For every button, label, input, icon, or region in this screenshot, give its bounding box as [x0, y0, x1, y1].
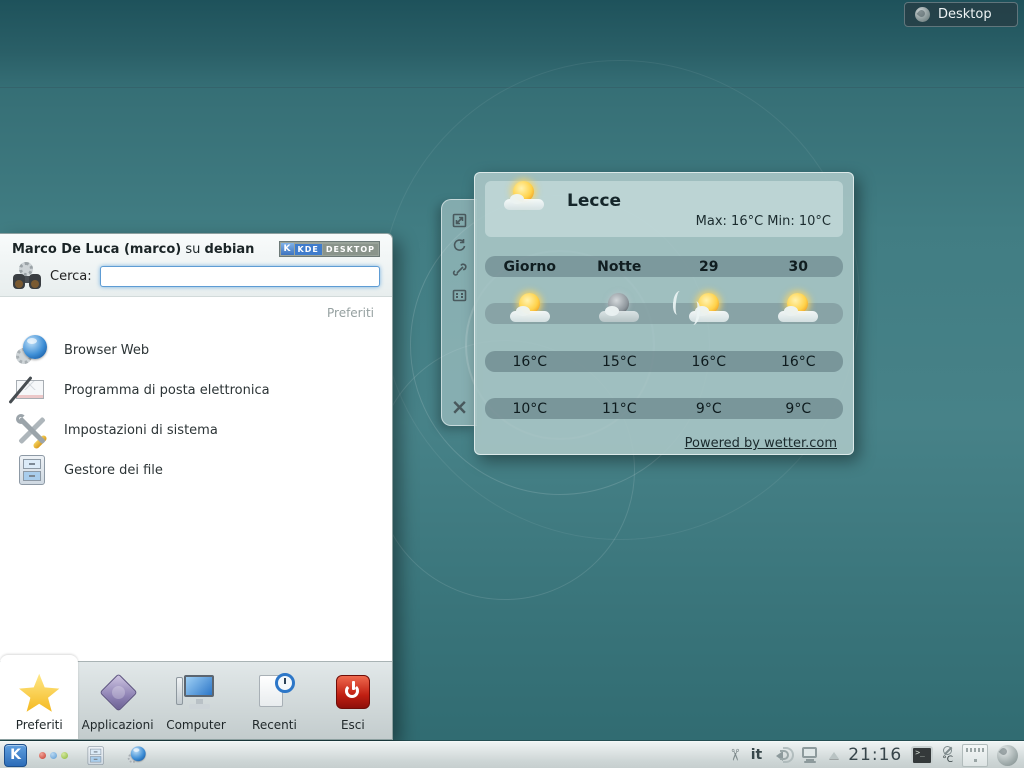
kickoff-menu: Marco De Luca (marco) su debian K KDE DE…: [0, 233, 393, 740]
favorite-label: Gestore dei file: [64, 463, 163, 478]
weather-widget: Lecce Max: 16°C Min: 10°C Giorno Notte 2…: [474, 172, 854, 455]
kde-desktop-badge: K KDE DESKTOP: [279, 241, 381, 257]
dot-red: [39, 752, 46, 759]
kickoff-tab-bar: Preferiti Applicazioni Computer Recenti …: [0, 661, 392, 739]
search-binoculars-icon: [12, 261, 42, 291]
user-name: Marco De Luca (marco): [12, 242, 181, 257]
day-temp: 16°C: [754, 354, 844, 370]
wetter-com-link[interactable]: Powered by wetter.com: [685, 436, 837, 451]
kickoff-content: Preferiti Browser Web Programma di posta…: [0, 297, 392, 661]
desktop-toolbox-label: Desktop: [938, 7, 992, 22]
tab-esci[interactable]: Esci: [314, 662, 392, 739]
moon-cloud-icon: [598, 293, 640, 323]
weather-header: Lecce Max: 16°C Min: 10°C: [485, 181, 843, 237]
cashew-icon: [915, 7, 930, 22]
day-temp: 16°C: [664, 354, 754, 370]
tray-expander-arrow[interactable]: [829, 752, 839, 759]
kde-logo-icon: K: [281, 243, 294, 255]
user-connector: su: [185, 242, 200, 257]
weather-day-temps: 16°C 15°C 16°C 16°C: [485, 351, 843, 372]
user-identity: Marco De Luca (marco) su debian: [12, 242, 254, 257]
close-icon[interactable]: ×: [451, 399, 469, 415]
file-manager-icon: [16, 454, 48, 486]
rotate-icon[interactable]: [452, 237, 468, 253]
section-label: Preferiti: [327, 306, 374, 320]
sun-cloud-icon: [503, 181, 545, 211]
web-browser-launcher-icon[interactable]: [128, 746, 147, 765]
col-header: Giorno: [485, 259, 575, 275]
weather-unit-label: °C: [942, 756, 953, 765]
maximize-icon[interactable]: [452, 287, 468, 303]
favorite-item-system-settings[interactable]: Impostazioni di sistema: [0, 410, 392, 450]
dot-green: [61, 752, 68, 759]
klipper-scissors-icon[interactable]: ✂: [727, 748, 743, 761]
file-manager-launcher-icon[interactable]: [86, 746, 105, 765]
pager-dots[interactable]: [39, 752, 68, 759]
weather-widget-handle[interactable]: ×: [441, 199, 477, 426]
col-header: Notte: [575, 259, 665, 275]
tab-label: Recenti: [252, 718, 297, 732]
tab-applicazioni[interactable]: Applicazioni: [78, 662, 156, 739]
favorite-label: Browser Web: [64, 343, 149, 358]
night-temp: 9°C: [754, 401, 844, 417]
panel-toolbox-cashew-icon[interactable]: [997, 745, 1018, 766]
host-name: debian: [205, 242, 255, 257]
star-icon: [18, 673, 60, 713]
computer-icon: [175, 673, 217, 713]
search-label: Cerca:: [50, 269, 92, 284]
favorite-label: Programma di posta elettronica: [64, 383, 270, 398]
sun-cloud-icon: [777, 293, 819, 323]
tab-label: Computer: [166, 718, 226, 732]
weather-tray-icon[interactable]: °C: [942, 746, 953, 765]
badge-desktop-label: DESKTOP: [323, 244, 378, 255]
web-browser-icon: [16, 334, 48, 366]
favorite-item-file-manager[interactable]: Gestore dei file: [0, 450, 392, 490]
weather-night-temps: 10°C 11°C 9°C 9°C: [485, 398, 843, 419]
day-temp: 16°C: [485, 354, 575, 370]
desktop-toolbox[interactable]: Desktop: [904, 2, 1018, 27]
col-header: 29: [664, 259, 754, 275]
taskbar-panel: K ✂ it 21:16 >_ °C: [0, 741, 1024, 768]
power-off-icon: [332, 673, 374, 713]
digital-clock[interactable]: 21:16: [848, 745, 902, 765]
volume-icon[interactable]: [771, 747, 791, 763]
tab-computer[interactable]: Computer: [157, 662, 235, 739]
night-temp: 10°C: [485, 401, 575, 417]
tab-preferiti[interactable]: Preferiti: [0, 655, 78, 739]
recent-documents-icon: [253, 673, 295, 713]
tab-label: Preferiti: [16, 718, 63, 732]
kmenu-launcher-button[interactable]: K: [4, 744, 27, 767]
network-monitor-icon[interactable]: [800, 746, 820, 764]
dot-blue: [50, 752, 57, 759]
weather-column-headers: Giorno Notte 29 30: [485, 256, 843, 277]
tab-label: Esci: [341, 718, 365, 732]
tab-label: Applicazioni: [82, 718, 154, 732]
system-settings-icon: [16, 414, 48, 446]
kickoff-header: Marco De Luca (marco) su debian K KDE DE…: [0, 234, 392, 297]
favorite-item-browser[interactable]: Browser Web: [0, 330, 392, 370]
resize-icon[interactable]: [452, 212, 468, 228]
email-icon: [16, 374, 48, 406]
panel-widget-strip[interactable]: [962, 744, 988, 767]
crescent-decoration: [672, 290, 685, 315]
no-data-icon: [943, 746, 952, 755]
day-temp: 15°C: [575, 354, 665, 370]
search-input[interactable]: [100, 266, 380, 287]
applications-diamond-icon: [97, 673, 139, 713]
wallpaper-sky-band: [0, 0, 1024, 88]
favorite-label: Impostazioni di sistema: [64, 423, 218, 438]
terminal-icon[interactable]: >_: [911, 746, 933, 765]
col-header: 30: [754, 259, 844, 275]
weather-city: Lecce: [567, 191, 621, 211]
night-temp: 11°C: [575, 401, 665, 417]
sun-cloud-icon: [509, 293, 551, 323]
configure-wrench-icon[interactable]: [452, 262, 468, 278]
tab-recenti[interactable]: Recenti: [235, 662, 313, 739]
weather-minmax: Max: 16°C Min: 10°C: [696, 214, 831, 229]
night-temp: 9°C: [664, 401, 754, 417]
favorite-item-email[interactable]: Programma di posta elettronica: [0, 370, 392, 410]
badge-kde-label: KDE: [295, 244, 322, 255]
keyboard-layout-indicator[interactable]: it: [751, 747, 763, 763]
weather-icons-row: [485, 303, 843, 324]
